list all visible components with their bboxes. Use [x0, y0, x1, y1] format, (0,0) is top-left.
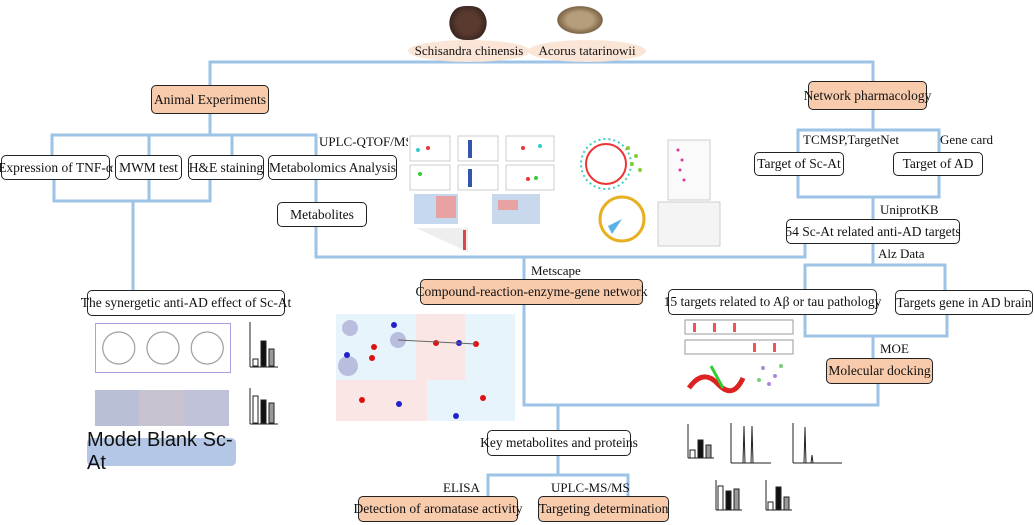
metabolic-network-figure	[336, 314, 515, 421]
group-label: Model Blank Sc-At	[87, 429, 236, 474]
targets-gene-ad-brain-box: Targets gene in AD brain	[895, 290, 1033, 315]
target-sc-at-box: Target of Sc-At	[754, 152, 844, 176]
moe-label: MOE	[880, 341, 909, 356]
tnf-expression-box: Expression of TNF-α	[0, 155, 113, 180]
metscape-label: Metscape	[531, 263, 581, 278]
54-targets-box: 54 Sc-At related anti-AD targets	[785, 219, 961, 244]
metabolomics-figure	[408, 134, 556, 252]
aromatase-activity-box: Detection of aromatase activity	[353, 496, 523, 522]
he-staining-box: H&E staining	[188, 155, 264, 180]
network-pharmacology-figure	[578, 136, 728, 248]
graphical-abstract: Schisandra chinensis Acorus tatarinowii …	[0, 0, 1034, 525]
alz-data-label: Alz Data	[878, 246, 925, 261]
gene-card-label: Gene card	[940, 132, 994, 147]
uplc-qtof-label: UPLC-QTOF/MS	[319, 134, 413, 149]
molecular-docking-box: Molecular docking	[826, 358, 933, 384]
he-staining-figure	[95, 390, 229, 426]
elisa-label: ELISA	[443, 480, 480, 495]
mwm-trajectory-figure	[95, 323, 231, 373]
uniprotkb-label: UniprotKB	[880, 202, 939, 217]
key-metabolites-proteins-box: Key metabolites and proteins	[480, 430, 638, 456]
schisandra-image	[448, 6, 488, 40]
mwm-test-box: MWM test	[115, 155, 182, 180]
target-ad-box: Target of AD	[893, 152, 983, 176]
metabolomics-analysis-box: Metabolomics Analysis	[268, 155, 397, 180]
15-targets-box: 15 targets related to Aβ or tau patholog…	[664, 289, 881, 315]
tcmsp-targetnet-label: TCMSP,TargetNet	[803, 132, 899, 147]
animal-experiments-box: Animal Experiments	[151, 85, 269, 114]
targeting-determination-box: Targeting determination	[538, 496, 669, 522]
herb-label-acorus: Acorus tatarinowii	[528, 40, 646, 62]
synergetic-effect-box: The synergetic anti-AD effect of Sc-At	[81, 290, 291, 316]
acorus-image	[557, 6, 603, 34]
herb-label-schisandra: Schisandra chinensis	[408, 40, 530, 62]
uplc-msms-label: UPLC-MS/MS	[551, 480, 630, 495]
docking-figure	[683, 318, 798, 400]
network-pharmacology-box: Network pharmacology	[804, 81, 931, 110]
metabolites-box: Metabolites	[277, 202, 367, 227]
compound-reaction-enzyme-gene-network-box: Compound-reaction-enzyme-gene network	[415, 279, 648, 305]
